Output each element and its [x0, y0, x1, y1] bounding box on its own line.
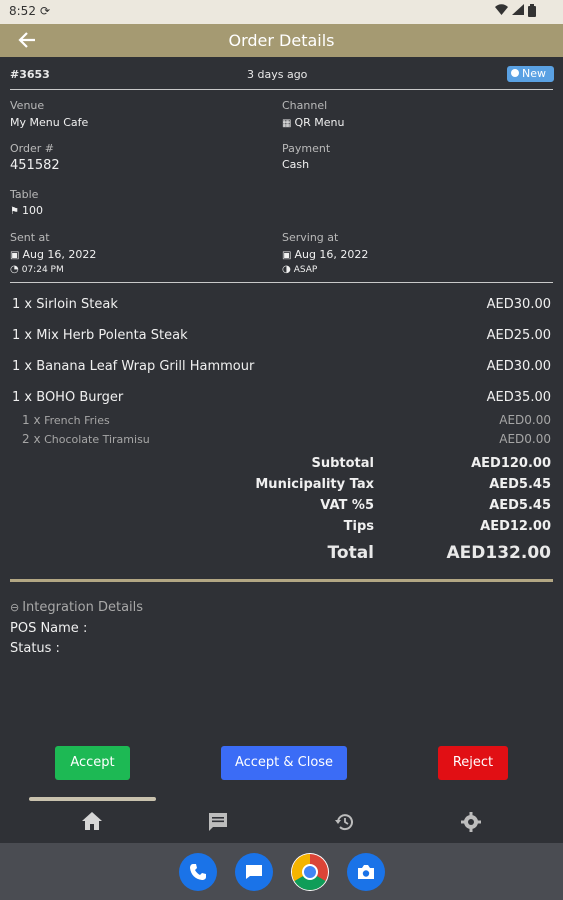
sub-item-price: AED0.00: [499, 432, 551, 446]
table-icon: ⚑: [10, 206, 19, 217]
order-item-price: AED30.00: [486, 297, 551, 312]
chrome-icon[interactable]: [291, 853, 329, 891]
vat-value: AED5.45: [489, 498, 551, 513]
sent-time: ◔ 07:24 PM: [10, 264, 64, 275]
section-divider: [10, 579, 553, 582]
message-icon[interactable]: [206, 811, 230, 835]
tax-value: AED5.45: [489, 477, 551, 492]
home-icon[interactable]: [80, 811, 104, 835]
sub-item-name: 2 x Chocolate Tiramisu: [22, 432, 150, 446]
accept-button[interactable]: Accept: [55, 746, 130, 780]
total-value: AED132.00: [446, 543, 551, 563]
status-bar: 8:52 ⟳: [0, 0, 563, 24]
order-details-content: #3653 3 days ago New Venue My Menu Cafe …: [0, 57, 563, 832]
order-item-name: 1 x BOHO Burger: [12, 390, 124, 405]
status-time: 8:52: [9, 4, 36, 18]
half-circle-icon: ◑: [282, 264, 291, 275]
order-item-name: 1 x Mix Herb Polenta Steak: [12, 328, 188, 343]
calendar-icon: ▣: [282, 250, 292, 261]
payment-value: Cash: [282, 158, 310, 171]
table-label: Table: [10, 188, 39, 201]
serving-date: ▣ Aug 16, 2022: [282, 248, 369, 261]
venue-value: My Menu Cafe: [10, 116, 89, 129]
sub-item-price: AED0.00: [499, 413, 551, 427]
page-title: Order Details: [228, 31, 335, 50]
wifi-icon: [495, 4, 508, 18]
app-dock: [0, 843, 563, 900]
order-number-value: 451582: [10, 158, 60, 173]
pos-name-label: POS Name :: [10, 621, 88, 636]
sub-item-name: 1 x French Fries: [22, 413, 110, 427]
vat-label: VAT %5: [320, 498, 374, 513]
order-item-name: 1 x Sirloin Steak: [12, 297, 118, 312]
integration-icon: ⊖: [10, 601, 20, 614]
phone-icon[interactable]: [179, 853, 217, 891]
order-item-name: 1 x Banana Leaf Wrap Grill Hammour: [12, 359, 255, 374]
status-label: Status :: [10, 641, 60, 656]
divider: [10, 282, 553, 283]
tips-value: AED12.00: [480, 519, 551, 534]
subtotal-value: AED120.00: [471, 456, 551, 471]
subtotal-label: Subtotal: [311, 456, 374, 471]
signal-icon: [512, 4, 524, 18]
qr-code-icon: ▦: [282, 118, 292, 129]
accept-close-button[interactable]: Accept & Close: [221, 746, 347, 780]
serving-at-label: Serving at: [282, 231, 339, 244]
serving-time: ◑ ASAP: [282, 264, 318, 275]
settings-icon[interactable]: [459, 811, 483, 835]
clock-icon: [511, 69, 519, 77]
channel-value: ▦ QR Menu: [282, 116, 345, 129]
order-item-price: AED35.00: [486, 390, 551, 405]
clock-icon: ◔: [10, 264, 19, 275]
order-number-label: Order #: [10, 142, 54, 155]
venue-label: Venue: [10, 99, 45, 112]
order-item-price: AED25.00: [486, 328, 551, 343]
tips-label: Tips: [343, 519, 374, 534]
total-label: Total: [327, 543, 374, 563]
order-item-price: AED30.00: [486, 359, 551, 374]
app-bar: Order Details: [0, 24, 563, 57]
calendar-icon: ▣: [10, 250, 20, 261]
table-value: ⚑ 100: [10, 204, 43, 217]
tab-indicator: [29, 797, 156, 801]
channel-label: Channel: [282, 99, 328, 112]
order-time-ago: 3 days ago: [247, 68, 308, 81]
battery-icon: [528, 4, 536, 20]
sent-at-label: Sent at: [10, 231, 50, 244]
sent-date: ▣ Aug 16, 2022: [10, 248, 97, 261]
payment-label: Payment: [282, 142, 331, 155]
tax-label: Municipality Tax: [255, 477, 374, 492]
history-icon[interactable]: [333, 811, 357, 835]
status-badge: New: [507, 66, 554, 82]
integration-details-title: ⊖ Integration Details: [10, 600, 144, 615]
order-id: #3653: [10, 68, 50, 81]
camera-icon[interactable]: [347, 853, 385, 891]
divider: [10, 89, 553, 90]
sync-icon: ⟳: [40, 4, 51, 18]
messages-icon[interactable]: [235, 853, 273, 891]
reject-button[interactable]: Reject: [438, 746, 508, 780]
